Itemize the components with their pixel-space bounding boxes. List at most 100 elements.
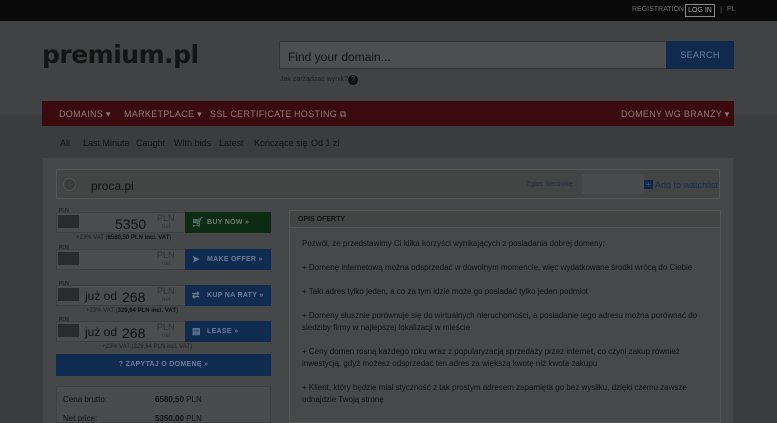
plus-icon[interactable]: + xyxy=(644,180,653,189)
net-unit: PLN xyxy=(186,414,202,423)
net-label: net xyxy=(162,297,171,303)
document-icon: ▤ xyxy=(192,326,201,336)
main-nav: DOMAINS ▾ MARKETPLACE ▾ SSL CERTIFICATE … xyxy=(42,101,734,126)
price-amount: 5350 xyxy=(115,216,147,232)
description-paragraph: Pozwól, że przedstawimy Ci kilka korzyśc… xyxy=(302,239,605,248)
filter-last-minute[interactable]: Last Minute xyxy=(83,138,130,148)
net-amount: 5350,00 xyxy=(155,414,184,423)
vat-gross: 6580,50 PLN incl. VAT xyxy=(107,235,170,241)
gross-unit: PLN xyxy=(186,395,202,404)
logo[interactable]: premium.pl xyxy=(42,40,199,69)
price-box: PLN PLN net xyxy=(56,245,186,270)
coin-icon xyxy=(58,324,79,337)
nav-item-domains[interactable]: DOMAINS ▾ xyxy=(59,109,111,120)
gross-amount: 6580,50 xyxy=(155,395,184,404)
description-title: OPIS OFERTY xyxy=(290,211,720,228)
gross-price-value: 6580,50 PLN xyxy=(155,395,202,404)
description-paragraph: + Domenę internetową można odsprzedać w … xyxy=(302,263,693,272)
exchange-icon: ⇄ xyxy=(192,290,200,300)
price-box: PLN już od 268 PLN net xyxy=(56,317,186,342)
search-hint: Jak zarządzać wynik? xyxy=(280,76,349,83)
installments-label: KUP NA RATY » xyxy=(207,292,264,299)
vat-gross: 329,64 PLN incl. VAT xyxy=(117,308,176,314)
price-currency: PLN net xyxy=(157,287,175,305)
filter-latest[interactable]: Latest xyxy=(219,138,244,148)
price-prefix: już od xyxy=(85,289,118,303)
make-offer-label: MAKE OFFER » xyxy=(207,256,263,263)
net-price-value: 5350,00 PLN xyxy=(155,414,202,423)
price-amount: 268 xyxy=(122,289,146,305)
filter-from-1zl[interactable]: Od 1 zł xyxy=(311,138,340,148)
filter-with-bids[interactable]: With bids xyxy=(174,138,211,148)
vat-prefix: +23% VAT ( xyxy=(86,308,118,314)
nav-item-ssl[interactable]: SSL CERTIFICATE xyxy=(210,109,292,119)
coin-icon xyxy=(58,215,79,228)
domain-name: proca.pl xyxy=(91,179,134,193)
domain-status-icon: ◦ xyxy=(63,178,76,191)
make-offer-button[interactable]: ➤ MAKE OFFER » xyxy=(185,249,271,270)
cart-icon: 🛒 xyxy=(192,217,204,227)
nav-item-marketplace[interactable]: MARKETPLACE ▾ xyxy=(124,109,202,120)
vat-note: +23% VAT (329,64 PLN incl. VAT) xyxy=(86,308,178,314)
filter-tabs: All Last Minute Caught With bids Latest … xyxy=(0,138,777,154)
net-label: net xyxy=(162,333,171,339)
coin-icon xyxy=(58,252,79,265)
currency-label: PLN xyxy=(157,286,175,296)
ask-about-domain-button[interactable]: ? ZAPYTAJ O DOMENĘ » xyxy=(56,354,271,376)
description-body: Pozwól, że przedstawimy Ci kilka korzyśc… xyxy=(302,238,712,418)
offer-description: OPIS OFERTY Pozwól, że przedstawimy Ci k… xyxy=(289,210,721,423)
gross-price-label: Cena brutto: xyxy=(63,395,108,404)
price-amount: 268 xyxy=(122,325,146,341)
price-box: PLN 5350 PLN net xyxy=(56,208,186,233)
lease-button[interactable]: ▤ LEASE » xyxy=(185,321,271,342)
filter-caught[interactable]: Caught xyxy=(136,138,165,148)
currency-badge: PLN xyxy=(57,281,79,307)
vat-suffix: ) xyxy=(169,235,172,241)
net-price-label: Net price: xyxy=(63,414,98,423)
search-input[interactable]: Find your domain... xyxy=(279,41,667,69)
buy-now-button[interactable]: 🛒 BUY NOW » xyxy=(185,212,271,233)
divider: | xyxy=(720,5,723,14)
buy-now-label: BUY NOW » xyxy=(207,219,250,226)
description-paragraph: + Domeny słusznie porównuje się do wirtu… xyxy=(302,311,698,332)
vat-prefix: +23% VAT ( xyxy=(76,235,108,241)
nav-item-hosting[interactable]: HOSTING ⧉ xyxy=(294,109,347,120)
help-icon[interactable]: ? xyxy=(348,75,358,85)
domain-header: ◦ proca.pl Zgłoś literówkę + Add to watc… xyxy=(56,169,720,199)
lease-label: LEASE » xyxy=(207,328,239,335)
filter-ending[interactable]: Kończące się xyxy=(254,138,308,148)
vat-note: +23% VAT (329,64 PLN incl. VAT) xyxy=(102,344,192,350)
vat-suffix: ) xyxy=(175,308,178,314)
currency-label: PLN xyxy=(157,322,175,332)
price-currency: PLN net xyxy=(157,323,175,341)
badge-label: PLN xyxy=(59,245,69,251)
coin-icon xyxy=(58,288,79,301)
currency-badge: PLN xyxy=(57,245,79,271)
language-switch[interactable]: PL xyxy=(727,6,736,13)
arrow-icon: ➤ xyxy=(192,254,200,264)
report-typo-link[interactable]: Zgłoś literówkę xyxy=(526,181,573,188)
description-paragraph: + Ceny domen rosną każdego roku wraz z p… xyxy=(302,347,680,368)
vat-note: +23% VAT (6580,50 PLN incl. VAT) xyxy=(76,235,171,241)
description-paragraph: + Taki adres tylko jeden, a co za tym id… xyxy=(302,287,589,296)
installments-button[interactable]: ⇄ KUP NA RATY » xyxy=(185,285,271,306)
nav-item-domains-by-industry[interactable]: DOMENY WG BRANŻY ▾ xyxy=(621,109,730,120)
price-prefix: już od xyxy=(85,325,118,339)
add-to-watchlist-link[interactable]: Add to watchlist xyxy=(655,180,718,190)
badge-label: PLN xyxy=(59,317,69,323)
net-label: net xyxy=(162,224,171,230)
currency-label: PLN xyxy=(157,250,175,260)
price-summary: Cena brutto: 6580,50 PLN Net price: 5350… xyxy=(56,386,271,423)
top-bar: REGISTRATION LOG IN | PL xyxy=(0,0,777,21)
description-paragraph: + Klient, który będzie miał styczność z … xyxy=(302,383,687,404)
currency-badge: PLN xyxy=(57,317,79,343)
login-button[interactable]: LOG IN xyxy=(685,4,715,17)
registration-link[interactable]: REGISTRATION xyxy=(632,6,684,13)
price-currency: PLN net xyxy=(157,251,175,269)
price-box: PLN już od 268 PLN net xyxy=(56,281,186,306)
search-button[interactable]: SEARCH xyxy=(666,41,734,69)
main-panel: ◦ proca.pl Zgłoś literówkę + Add to watc… xyxy=(43,158,733,423)
filter-all[interactable]: All xyxy=(60,138,70,148)
price-currency: PLN net xyxy=(157,214,175,232)
badge-label: PLN xyxy=(59,208,69,214)
